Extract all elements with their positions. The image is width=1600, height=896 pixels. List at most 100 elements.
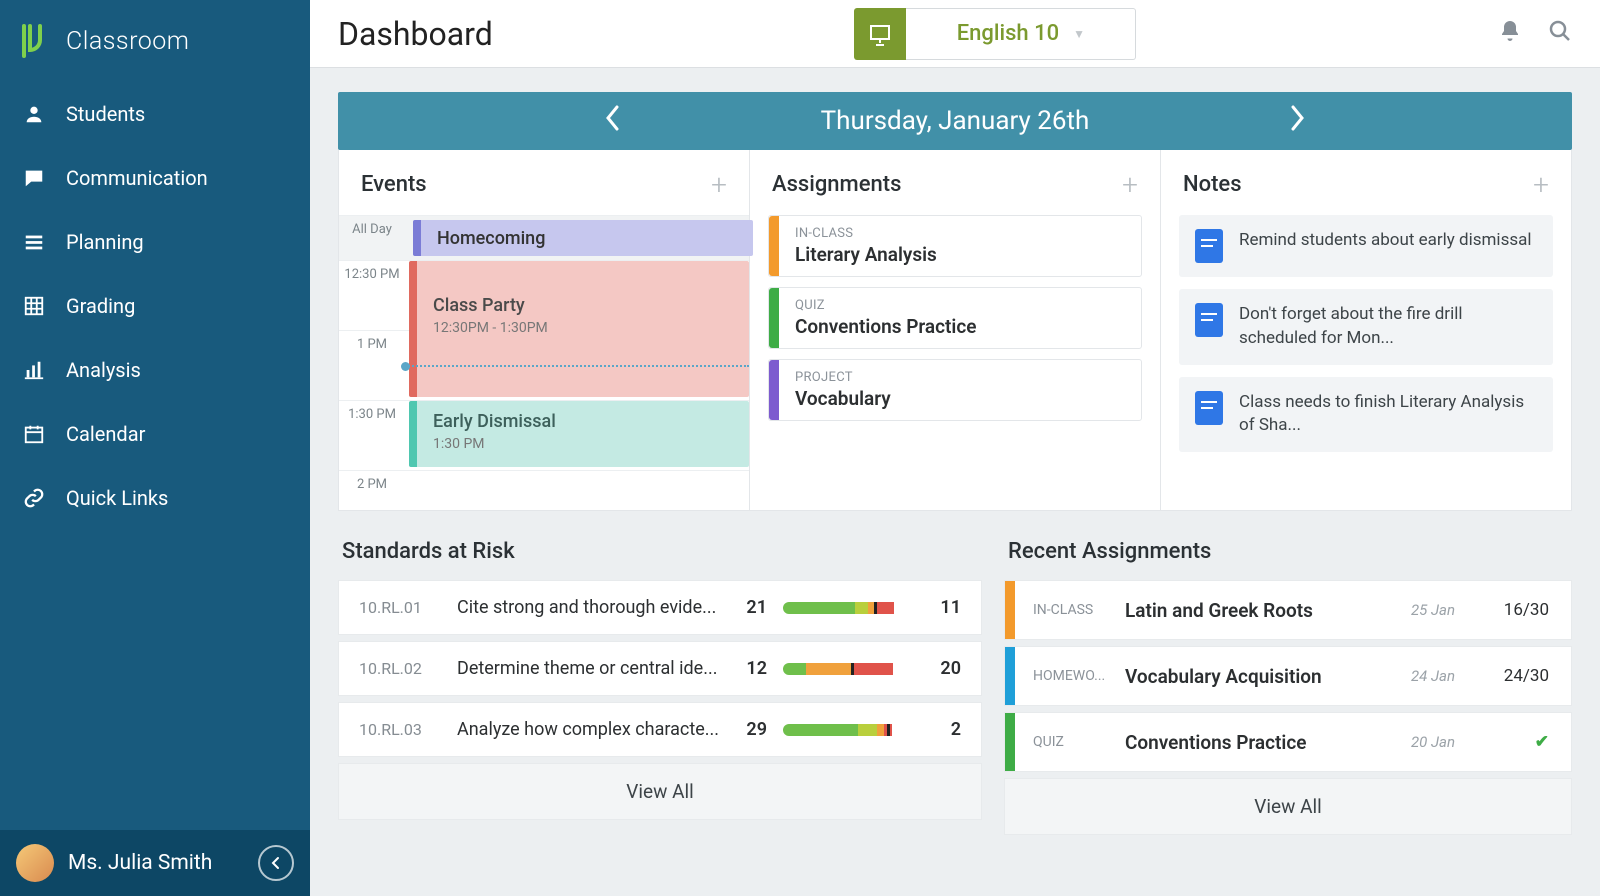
standard-desc: Cite strong and thorough evide... [457, 597, 719, 618]
sidebar-item-grading[interactable]: Grading [0, 274, 310, 338]
standard-row[interactable]: 10.RL.02Determine theme or central ide..… [338, 641, 982, 696]
sidebar-item-analysis[interactable]: Analysis [0, 338, 310, 402]
note-item[interactable]: Class needs to finish Literary Analysis … [1179, 377, 1553, 453]
nav-label: Students [66, 102, 145, 126]
standard-code: 10.RL.03 [359, 720, 441, 739]
note-item[interactable]: Don't forget about the fire drill schedu… [1179, 289, 1553, 365]
main: Dashboard English 10 ▼ Thursday, J [310, 0, 1600, 896]
calendar-icon [22, 423, 46, 445]
color-stripe [1005, 581, 1015, 639]
standards-view-all-button[interactable]: View All [338, 763, 982, 820]
event-early-dismissal[interactable]: Early Dismissal 1:30 PM [409, 401, 749, 467]
recent-assignment-row[interactable]: HOMEWO...Vocabulary Acquisition24 Jan24/… [1004, 646, 1572, 706]
document-icon [1195, 303, 1223, 337]
grid-icon [22, 295, 46, 317]
standard-right-count: 20 [929, 658, 961, 679]
nav-label: Grading [66, 294, 135, 318]
recent-assignment-row[interactable]: QUIZConventions Practice20 Jan ✔ [1004, 712, 1572, 772]
assignment-name: Literary Analysis [795, 243, 937, 266]
assignment-name: Conventions Practice [795, 315, 976, 338]
bell-icon[interactable] [1498, 19, 1522, 49]
date-label: Thursday, January 26th [821, 106, 1090, 136]
event-homecoming[interactable]: Homecoming [413, 220, 753, 256]
add-event-button[interactable]: + [711, 168, 727, 201]
barchart-icon [22, 359, 46, 381]
notes-panel: Notes + Remind students about early dism… [1161, 150, 1571, 510]
topbar: Dashboard English 10 ▼ [310, 0, 1600, 68]
sidebar-item-students[interactable]: Students [0, 82, 310, 146]
assignments-panel: Assignments + IN-CLASSLiterary AnalysisQ… [750, 150, 1161, 510]
sidebar-item-calendar[interactable]: Calendar [0, 402, 310, 466]
recent-view-all-button[interactable]: View All [1004, 778, 1572, 835]
recent-score: 16/30 [1491, 600, 1571, 620]
recent-type: QUIZ [1015, 734, 1125, 750]
color-stripe [769, 360, 779, 420]
day-panels: Events + All Day Homecoming 12:30 PM [338, 150, 1572, 511]
time-label: All Day [339, 216, 405, 260]
user-name: Ms. Julia Smith [68, 851, 244, 875]
recent-type: HOMEWO... [1015, 668, 1125, 684]
class-dropdown[interactable]: English 10 ▼ [906, 8, 1136, 60]
standard-left-count: 12 [735, 658, 767, 679]
standard-code: 10.RL.02 [359, 659, 441, 678]
next-day-button[interactable] [1289, 103, 1307, 140]
standard-bar [783, 602, 913, 614]
document-icon [1195, 229, 1223, 263]
recent-score: 24/30 [1491, 666, 1571, 686]
date-banner: Thursday, January 26th [338, 92, 1572, 150]
color-stripe [1005, 713, 1015, 771]
recent-name: Conventions Practice [1125, 731, 1411, 754]
assignment-item[interactable]: QUIZ Conventions Practice [768, 287, 1142, 349]
add-note-button[interactable]: + [1533, 168, 1549, 201]
chevron-down-icon: ▼ [1073, 27, 1085, 41]
recent-title: Recent Assignments [1004, 539, 1572, 564]
search-icon[interactable] [1548, 19, 1572, 49]
prev-day-button[interactable] [603, 103, 621, 140]
nav-label: Communication [66, 166, 208, 190]
lower-sections: Standards at Risk 10.RL.01 Cite strong an… [338, 539, 1572, 835]
color-stripe [1005, 647, 1015, 705]
standard-left-count: 21 [735, 597, 767, 618]
sidebar-item-planning[interactable]: Planning [0, 210, 310, 274]
standard-row[interactable]: 10.RL.03 Analyze how complex characte... 2… [338, 702, 982, 757]
recent-assignment-row[interactable]: IN-CLASSLatin and Greek Roots25 Jan16/30 [1004, 580, 1572, 640]
assignment-type: IN-CLASS [795, 226, 937, 241]
time-label: 12:30 PM [339, 261, 405, 330]
logo-icon [20, 24, 48, 58]
class-selector: English 10 ▼ [493, 8, 1498, 60]
standard-left-count: 29 [735, 719, 767, 740]
note-text: Don't forget about the fire drill schedu… [1239, 303, 1537, 351]
assignment-type: PROJECT [795, 370, 891, 385]
sidebar-header: Classroom [0, 0, 310, 82]
sidebar-item-quick-links[interactable]: Quick Links [0, 466, 310, 530]
standard-row[interactable]: 10.RL.01 Cite strong and thorough evide..… [338, 580, 982, 635]
add-assignment-button[interactable]: + [1122, 168, 1138, 201]
assignment-type: QUIZ [795, 298, 976, 313]
nav-label: Analysis [66, 358, 141, 382]
note-item[interactable]: Remind students about early dismissal [1179, 215, 1553, 277]
standards-title: Standards at Risk [338, 539, 982, 564]
events-title: Events [361, 172, 427, 197]
recent-date: 25 Jan [1411, 601, 1491, 619]
page-title: Dashboard [338, 15, 493, 53]
avatar[interactable] [16, 844, 54, 882]
notes-title: Notes [1183, 172, 1242, 197]
time-label: 1:30 PM [339, 401, 405, 470]
events-panel: Events + All Day Homecoming 12:30 PM [339, 150, 750, 510]
collapse-sidebar-button[interactable] [258, 845, 294, 881]
assignment-item[interactable]: PROJECTVocabulary [768, 359, 1142, 421]
assignment-item[interactable]: IN-CLASS Literary Analysis [768, 215, 1142, 277]
checkmark-icon: ✔ [1535, 732, 1549, 752]
standard-desc: Analyze how complex characte... [457, 719, 719, 740]
nav-label: Quick Links [66, 486, 168, 510]
recent-score: ✔ [1491, 732, 1571, 752]
content: Thursday, January 26th Events + All Day [310, 68, 1600, 896]
sidebar-footer: Ms. Julia Smith [0, 830, 310, 896]
nav-label: Planning [66, 230, 144, 254]
recent-date: 20 Jan [1411, 733, 1491, 751]
standard-code: 10.RL.01 [359, 598, 441, 617]
document-icon [1195, 391, 1223, 425]
note-text: Remind students about early dismissal [1239, 229, 1532, 253]
sidebar-item-communication[interactable]: Communication [0, 146, 310, 210]
class-dropdown-label: English 10 [957, 21, 1059, 46]
